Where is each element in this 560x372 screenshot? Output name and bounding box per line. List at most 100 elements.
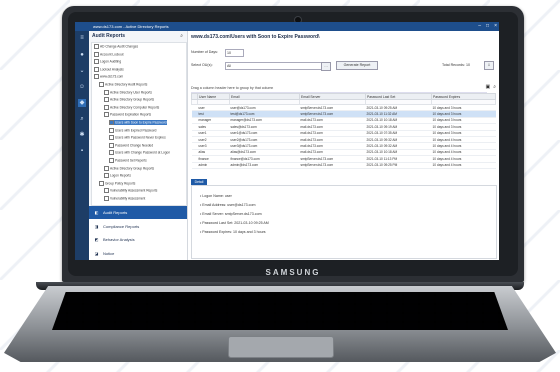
nav-item[interactable]: ◩ Behavior Analysis <box>89 233 187 246</box>
expand-icon[interactable] <box>94 44 99 49</box>
tree-node[interactable]: AD Change Audit Changes <box>94 44 138 49</box>
select-ou-input[interactable]: All <box>225 62 323 70</box>
chevron-icon[interactable]: ⌄ <box>78 67 86 75</box>
num-days-input[interactable]: 10 <box>225 49 244 57</box>
generate-report-button[interactable]: Generate Report <box>336 61 378 70</box>
expand-icon[interactable] <box>99 180 104 186</box>
tree-node[interactable]: Users with Soon to Expire Password <box>109 120 167 126</box>
detail-panel: • Logon Name: user • Email Address: user@… <box>191 185 497 259</box>
detail-line: • Email Address: user@ds173.com <box>200 203 256 207</box>
expand-icon[interactable] <box>109 135 114 141</box>
logo-icon[interactable]: ● <box>78 51 86 59</box>
browse-ou-button[interactable]: … <box>321 62 331 71</box>
grid-toolbar: ▣ ⌕ <box>485 84 496 90</box>
expand-icon[interactable] <box>109 120 114 125</box>
tree-node[interactable]: Users with Change Password at Logon <box>109 150 170 156</box>
expand-icon[interactable] <box>109 150 114 156</box>
search-grid-icon[interactable]: ⌕ <box>493 84 496 90</box>
tree-node-label: Active Directory Group Reports <box>110 165 155 170</box>
tree-node[interactable]: Active Directory Computer Reports <box>104 104 160 110</box>
expand-icon[interactable] <box>104 104 109 110</box>
tree-node-label: Active Directory User Reports <box>110 89 152 94</box>
tree-node-label: www.ds173.com <box>100 74 124 79</box>
tree-node[interactable]: Password Set Reports <box>109 158 147 163</box>
tree-node[interactable]: Active Directory Group Reports <box>104 165 155 171</box>
tree-node[interactable]: Logon Auditing <box>94 59 122 65</box>
tree-node-label: Users with Password Never Expires <box>115 135 166 140</box>
sidebar-header: Audit Reports <box>92 33 126 39</box>
tree-node[interactable]: Account Lockout <box>94 51 124 57</box>
expand-icon[interactable] <box>109 142 114 148</box>
tree-node-label: Vulnerability Assessment Reports <box>110 188 158 193</box>
tree-node[interactable]: Active Directory User Reports <box>104 89 152 95</box>
expand-icon[interactable] <box>104 97 109 103</box>
nav-item-label: Audit Reports <box>103 210 128 215</box>
total-records: Total Records: 10 <box>442 63 470 67</box>
expand-icon[interactable] <box>104 196 109 201</box>
nav-item[interactable]: ◨ Compliance Reports <box>89 220 187 233</box>
sidebar: Audit Reports ⌕ AD Change Audit Changes A… <box>89 31 188 260</box>
table-cell: smtpServer.ds173.com <box>299 162 366 169</box>
table-cell: admin <box>197 162 230 169</box>
expand-icon[interactable] <box>94 59 99 65</box>
bell-icon[interactable]: ◆ <box>78 99 86 107</box>
table-row[interactable]: admin admin@ds173.com smtpServer.ds173.com… <box>191 162 496 169</box>
expand-icon[interactable] <box>94 51 99 57</box>
expand-icon[interactable] <box>104 165 109 171</box>
expand-icon[interactable] <box>104 188 109 194</box>
tree-node[interactable]: Vulnerability Assessment <box>104 196 145 201</box>
select-ou-label: Select OU(s): <box>191 63 213 67</box>
tree-node[interactable]: www.ds173.com <box>94 74 124 80</box>
tree-node-label: Logon Reports <box>110 173 131 178</box>
lock-icon[interactable]: ▪ <box>78 147 86 155</box>
expand-icon[interactable] <box>94 66 99 72</box>
tree-node-label: Group Policy Reports <box>105 181 136 186</box>
generate-report-label: Generate Report <box>343 63 371 67</box>
detail-line: • Logon Name: user <box>200 194 232 198</box>
sidebar-nav: ◧ Audit Reports ◨ Compliance Reports ◩ Behavi… <box>89 206 187 260</box>
maximize-icon[interactable]: □ <box>486 22 489 31</box>
minimize-icon[interactable]: – <box>478 22 481 31</box>
expand-icon[interactable] <box>104 89 109 95</box>
tree-node[interactable]: Users with Password Never Expires <box>109 135 166 141</box>
report-table: User Name Email Email Server Password Last … <box>191 93 496 169</box>
tree-node[interactable]: Lockout Analysis <box>94 66 124 72</box>
tree-node[interactable]: Password Expiration Reports <box>104 112 151 118</box>
search-icon[interactable]: ⌕ <box>180 33 183 39</box>
nav-item[interactable]: ◧ Audit Reports <box>89 206 187 219</box>
user-icon[interactable]: ☺ <box>78 83 86 91</box>
table-cell: 10 days and 4 hours <box>431 162 496 169</box>
group-by-area[interactable]: Drag a column header here to group by th… <box>191 84 487 93</box>
detail-line: • Email Server: smtpServer.ds173.com <box>200 212 262 216</box>
window-title: www.ds173.com - Active Directory Reports <box>93 24 169 29</box>
expand-icon[interactable] <box>94 74 99 80</box>
expand-icon[interactable] <box>109 127 114 133</box>
save-icon[interactable]: ▣ <box>485 84 490 90</box>
tree-node[interactable]: Users with Expired Password <box>109 127 156 133</box>
export-icon[interactable]: ⇩ <box>484 61 494 70</box>
tree-node[interactable]: Logon Reports <box>104 173 131 179</box>
nav-item-label: Notice <box>103 250 115 256</box>
num-days-label: Number of Days: <box>191 50 218 54</box>
tree-node-label: Logon Auditing <box>100 59 122 64</box>
tree-node-label: Active Directory Computer Reports <box>110 105 160 110</box>
tree-node-label: Lockout Analysis <box>100 67 124 72</box>
expand-icon[interactable] <box>109 158 114 163</box>
tree-node[interactable]: Active Directory Audit Reports <box>99 82 147 87</box>
expand-icon[interactable] <box>104 112 109 118</box>
expand-icon[interactable] <box>104 173 109 179</box>
tree-node[interactable]: Vulnerability Assessment Reports <box>104 188 158 194</box>
gear-icon[interactable]: ✱ <box>78 131 86 139</box>
expand-icon[interactable] <box>99 82 104 87</box>
analysis-icon: ◩ <box>94 237 99 242</box>
close-icon[interactable]: × <box>494 22 497 31</box>
tree-node[interactable]: Group Policy Reports <box>99 180 136 186</box>
menu-icon[interactable]: ≡ <box>78 34 86 42</box>
search-rail-icon[interactable]: ⌕ <box>78 115 86 123</box>
tree-node[interactable]: Password Change Needed <box>109 142 153 148</box>
tree-node[interactable]: Active Directory Group Reports <box>104 97 154 103</box>
icon-rail: ≡ ● ⌄ ☺ ◆ ⌕ ✱ ▪ <box>75 31 89 260</box>
keyboard <box>52 292 508 330</box>
nav-item[interactable]: ◪ Notice <box>89 247 187 260</box>
nav-item-label: Compliance Reports <box>103 223 140 229</box>
